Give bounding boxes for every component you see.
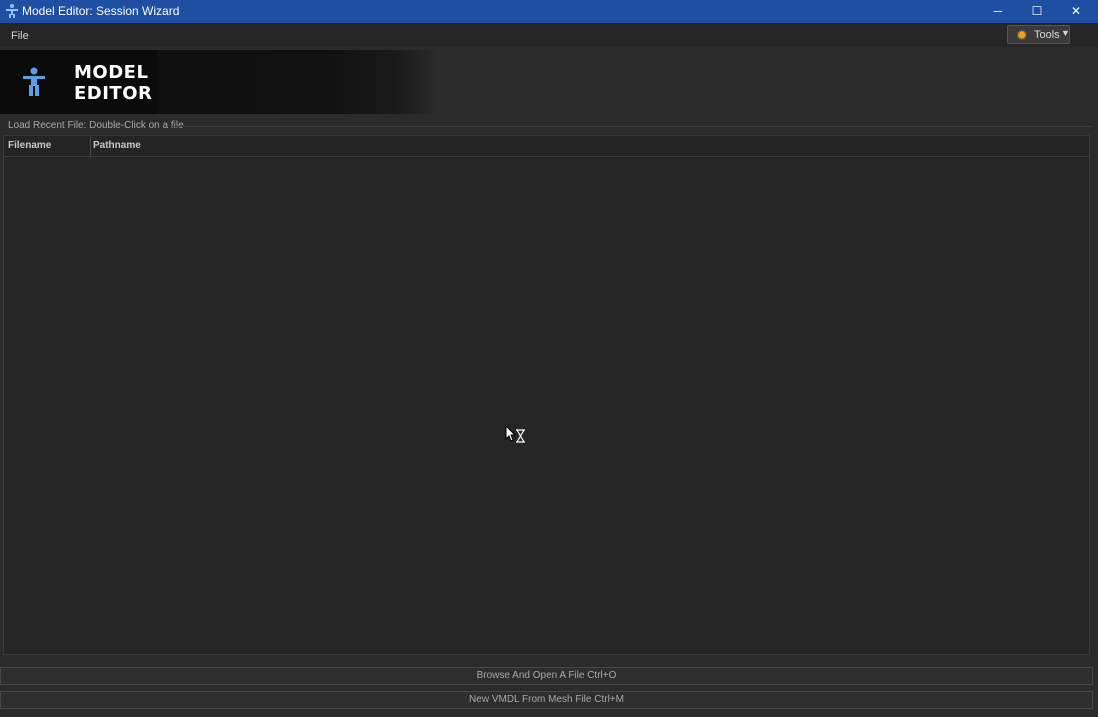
gear-icon: ✹	[1016, 27, 1028, 43]
menu-bar: File	[0, 23, 1098, 47]
column-divider[interactable]	[90, 136, 91, 156]
browse-open-file-button[interactable]: Browse And Open A File Ctrl+O	[0, 667, 1093, 685]
app-icon	[6, 4, 18, 18]
menu-file[interactable]: File	[11, 30, 29, 42]
title-bar: Model Editor: Session Wizard ─ ☐ ✕	[0, 0, 1098, 23]
chevron-down-icon: ▼	[1061, 28, 1070, 38]
table-header: Filename Pathname	[4, 136, 1089, 157]
group-divider	[172, 126, 1092, 127]
recent-files-label: Load Recent File: Double-Click on a file	[8, 120, 184, 131]
column-header-filename[interactable]: Filename	[8, 140, 51, 151]
figure-icon	[23, 67, 45, 96]
close-button[interactable]: ✕	[1057, 0, 1095, 23]
maximize-button[interactable]: ☐	[1018, 0, 1056, 23]
recent-files-table[interactable]: Filename Pathname	[3, 135, 1090, 655]
logo-line-model: MODEL	[74, 62, 149, 83]
busy-cursor-icon	[505, 425, 525, 443]
logo-line-editor: EDITOR	[74, 83, 153, 104]
minimize-button[interactable]: ─	[979, 0, 1017, 23]
banner	[0, 50, 1098, 114]
window-title: Model Editor: Session Wizard	[22, 4, 180, 18]
tools-menu-button[interactable]: ✹ Tools ▼	[1007, 25, 1070, 44]
column-header-pathname[interactable]: Pathname	[93, 140, 141, 151]
new-vmdl-from-mesh-button[interactable]: New VMDL From Mesh File Ctrl+M	[0, 691, 1093, 709]
tools-label: Tools	[1034, 29, 1060, 41]
logo-text: MODEL EDITOR	[74, 62, 152, 104]
